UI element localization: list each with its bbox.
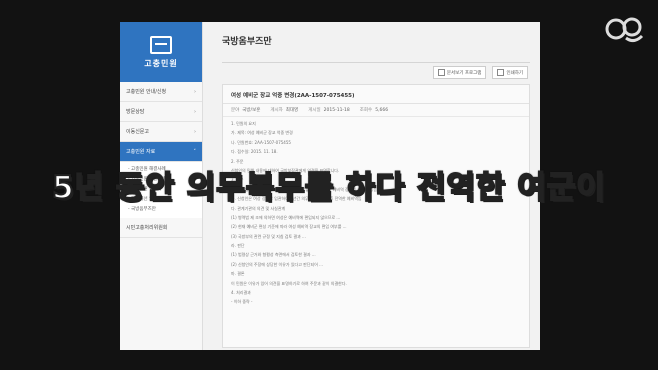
document-icon: [150, 35, 172, 54]
print-button[interactable]: 인쇄하기: [492, 66, 528, 79]
meta-field: 게시일 2015-11-18: [308, 108, 350, 113]
meta-field: 분야 국방/보훈: [231, 108, 261, 113]
video-caption: 5년 동안 의무복무를 하다 전역한 여군이: [51, 169, 606, 207]
document-line: 나. 민원번호: 2AA-1507-075455: [231, 139, 291, 145]
document-line: 라. 판단: [231, 243, 245, 249]
print-icon: [497, 69, 505, 76]
document-line: 가. 제목: 여성 예비군 장교 억중 변경: [231, 130, 293, 136]
letterbox-bottom: [0, 350, 658, 370]
sidebar-item-committee[interactable]: 시민고충처리위원회: [120, 218, 202, 238]
sidebar-menu: 고충민원 안내/신청 › 방문상담 › 이동신문고 › 고충민원 자료 ˅: [120, 82, 202, 162]
sidebar-header: 고충민원: [120, 22, 202, 82]
sidebar-item-guide[interactable]: 고충민원 안내/신청 ›: [120, 82, 202, 102]
viewer-icon: [437, 69, 445, 76]
document-line: 마. 결론: [231, 271, 245, 277]
meta-field: 조회수 5,666: [359, 108, 389, 113]
sidebar-item-mobile[interactable]: 이동신문고 ›: [120, 122, 202, 142]
sidebar-item-data[interactable]: 고충민원 자료 ˅: [120, 142, 202, 162]
sidebar-menu-bottom: 시민고충처리위원회: [120, 218, 202, 238]
chevron-right-icon: ›: [194, 128, 196, 135]
sidebar-item-visit[interactable]: 방문상담 ›: [120, 102, 202, 122]
document-line: (3) 국방부의 관련 규정 및 지침 검토 결과 ...: [231, 233, 306, 239]
document-line: 1. 민원의 요지: [231, 121, 256, 126]
viewer-button[interactable]: 문서보기 프로그램: [432, 66, 487, 79]
document-line: 다. 접수일: 2015. 11. 18.: [231, 149, 278, 155]
document-line: (2) 신청인의 주장에 상당한 이유가 있다고 판단되어 ...: [231, 261, 323, 267]
meta-field: 게시자 최대영: [270, 108, 299, 113]
document-line: (1) 병역법 제 조에 의하면 여성은 예비역에 편입되지 않으므로 ...: [231, 214, 341, 220]
document-view: 여성 예비군 장교 억중 변경(2AA-1507-075455) 분야 국방/보훈…: [222, 84, 530, 348]
document-meta: 분야 국방/보훈 게시자 최대영 게시일 2015-11-18 조회수 5,666: [223, 104, 529, 117]
document-line: - 이하 중략 -: [231, 299, 253, 305]
document-line: (1) 법령상 근거와 형평성 측면에서 검토한 결과 ...: [231, 252, 316, 258]
chevron-right-icon: ›: [194, 88, 196, 95]
sidebar-title: 고충민원: [144, 58, 178, 68]
channel-logo-icon: [605, 17, 644, 43]
page-title: 국방옴부즈만: [222, 37, 272, 47]
toolbar: 문서보기 프로그램 인쇄하기: [432, 66, 528, 79]
document-line: 이 민원은 이유가 있어 의견을 표명하기로 하여 주문과 같이 의결한다.: [231, 280, 347, 286]
divider: [222, 62, 530, 63]
document-line: (2) 현재 예비군 편성 기준에 따라 여성 예비역 장교의 편입 여부를 .…: [231, 224, 347, 230]
document-line: 4. 처리결과: [231, 290, 251, 296]
chevron-down-icon: ˅: [193, 148, 197, 155]
document-title: 여성 예비군 장교 억중 변경(2AA-1507-075455): [223, 85, 529, 104]
document-body: 1. 민원의 요지가. 제목: 여성 예비군 장교 억중 변경나. 민원번호: …: [223, 117, 529, 313]
chevron-right-icon: ›: [194, 108, 196, 115]
video-frame: 고충민원 고충민원 안내/신청 › 방문상담 › 이동신문고 › 고충민원 자료 ˅ -…: [0, 0, 658, 370]
